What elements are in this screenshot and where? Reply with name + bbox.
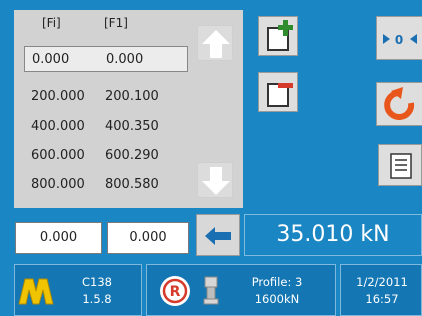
- capacity-label: 1600kN: [254, 292, 300, 306]
- zero-button[interactable]: 0: [376, 16, 422, 60]
- add-row-icon: [267, 20, 293, 51]
- cell-f1: 0.000: [106, 52, 144, 67]
- r-icon: R: [160, 276, 190, 306]
- add-row-button[interactable]: [258, 16, 298, 56]
- cell-f1: 200.100: [105, 89, 159, 104]
- cell-fi: 400.000: [31, 119, 85, 134]
- sensor-icon: [203, 276, 219, 305]
- zero-label: 0: [395, 33, 403, 47]
- scroll-up-button[interactable]: [197, 25, 233, 61]
- logo-icon: [18, 278, 54, 305]
- column-header-f1: [F1]: [104, 16, 128, 30]
- table-row[interactable]: 200.000 200.100: [24, 84, 188, 110]
- report-icon: [390, 153, 412, 179]
- device-info-panel: C138 1.5.8: [14, 264, 142, 316]
- r-badge-label: R: [170, 284, 181, 300]
- cell-fi: 200.000: [31, 89, 85, 104]
- enter-button[interactable]: [196, 214, 240, 256]
- zero-icon: 0: [383, 33, 417, 47]
- cell-f1: 600.290: [105, 148, 159, 163]
- profile-panel[interactable]: R Profile: 3 1600kN: [146, 264, 336, 316]
- firmware-version: 1.5.8: [82, 292, 112, 306]
- enter-arrow-icon: [205, 227, 231, 245]
- profile-label: Profile: 3: [251, 275, 303, 289]
- arrow-down-icon: [202, 167, 230, 195]
- table-row[interactable]: 400.000 400.350: [24, 114, 188, 140]
- remove-row-icon: [267, 83, 293, 107]
- column-header-fi: [Fi]: [42, 16, 61, 30]
- cell-f1: 400.350: [105, 119, 159, 134]
- cell-f1: 800.580: [105, 177, 159, 192]
- table-row[interactable]: 600.000 600.290: [24, 143, 188, 169]
- cell-fi: 800.000: [31, 177, 85, 192]
- remove-row-button[interactable]: [258, 72, 298, 112]
- scroll-down-button[interactable]: [197, 162, 233, 198]
- date-label: 1/2/2011: [356, 275, 408, 289]
- fi-input[interactable]: 0.000: [15, 222, 102, 254]
- datetime-panel: 1/2/2011 16:57: [340, 264, 422, 316]
- table-row[interactable]: 800.000 800.580: [24, 172, 188, 198]
- device-model: C138: [82, 275, 112, 289]
- cell-fi: 0.000: [32, 52, 70, 67]
- table-row[interactable]: 0.000 0.000: [24, 46, 188, 72]
- force-display: 35.010 kN: [244, 214, 422, 256]
- reset-icon: [384, 87, 415, 120]
- arrow-up-icon: [202, 30, 230, 58]
- reset-button[interactable]: [376, 82, 422, 126]
- cell-fi: 600.000: [31, 148, 85, 163]
- time-label: 16:57: [365, 292, 399, 306]
- f1-input[interactable]: 0.000: [107, 222, 189, 254]
- report-button[interactable]: [378, 144, 422, 186]
